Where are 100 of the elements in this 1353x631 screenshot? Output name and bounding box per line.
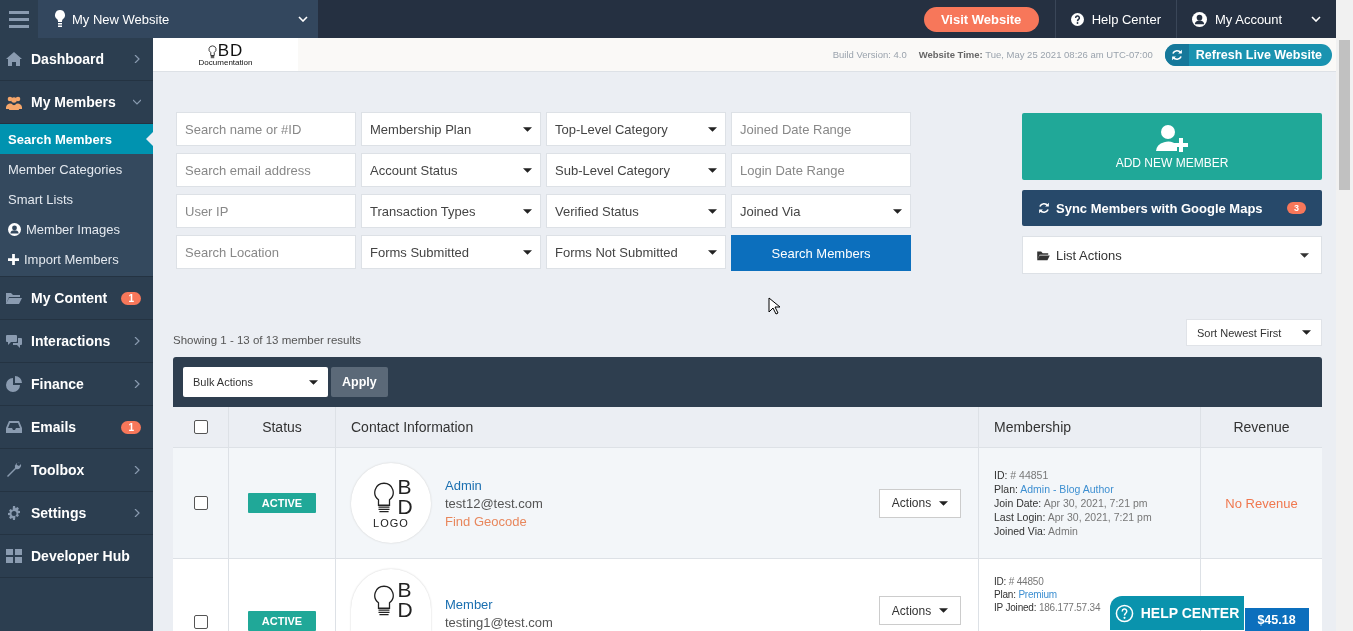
actions-dropdown-button[interactable]: Actions — [879, 488, 961, 518]
documentation-logo: BD Documentation — [153, 38, 298, 71]
submenu-item[interactable]: Import Members — [0, 244, 153, 274]
chevron-right-icon — [133, 509, 141, 517]
refresh-live-website-button[interactable]: Refresh Live Website — [1164, 43, 1332, 66]
gear-icon — [6, 505, 22, 521]
sidebar-item[interactable]: Emails 1 — [0, 406, 153, 449]
caret-icon — [708, 249, 717, 255]
chevron-right-icon — [133, 466, 141, 474]
filter-input[interactable]: Search Location — [176, 235, 356, 269]
sort-dropdown[interactable]: Sort Newest First — [1186, 319, 1322, 346]
column-header: Membership — [994, 419, 1072, 435]
membership-detail: Join Date: Apr 30, 2021, 7:21 pm — [994, 497, 1148, 509]
submenu-item[interactable]: Smart Lists — [0, 184, 153, 214]
submenu-item[interactable]: Member Categories — [0, 154, 153, 184]
sync-google-maps-button[interactable]: Sync Members with Google Maps 3 — [1022, 190, 1322, 226]
search-button[interactable]: Search Members — [731, 235, 911, 271]
filter-dropdown[interactable]: Joined Via — [731, 194, 911, 228]
filter-dropdown[interactable]: Forms Submitted — [361, 235, 541, 269]
menu-icon[interactable] — [0, 0, 38, 38]
filter-input[interactable]: Joined Date Range — [731, 112, 911, 146]
inbox-icon — [6, 419, 22, 435]
bulk-actions-dropdown[interactable]: Bulk Actions — [183, 367, 328, 397]
filter-input[interactable]: Search email address — [176, 153, 356, 187]
scrollbar[interactable] — [1336, 0, 1353, 631]
apply-button[interactable]: Apply — [331, 367, 388, 397]
filter-dropdown[interactable]: Account Status — [361, 153, 541, 187]
caret-icon — [939, 608, 949, 613]
filter-dropdown[interactable]: Forms Not Submitted — [546, 235, 726, 269]
chevron-right-icon — [133, 337, 141, 345]
refresh-icon — [1170, 48, 1183, 61]
filter-dropdown[interactable]: Verified Status — [546, 194, 726, 228]
membership-detail: ID: # 44850 — [994, 576, 1044, 587]
caret-icon — [523, 208, 532, 214]
filter-input[interactable]: User IP — [176, 194, 356, 228]
actions-dropdown-button[interactable]: Actions — [879, 596, 961, 625]
filter-input[interactable]: Login Date Range — [731, 153, 911, 187]
caret-icon — [939, 500, 949, 506]
build-version-text: Build Version: 4.0 — [832, 49, 907, 60]
caret-icon — [523, 249, 532, 255]
chevron-right-icon — [133, 380, 141, 388]
add-user-icon — [1155, 123, 1189, 152]
sidebar-item[interactable]: My Content 1 — [0, 277, 153, 320]
caret-icon — [523, 126, 532, 132]
filter-input[interactable]: Search name or #ID — [176, 112, 356, 146]
chat-icon — [6, 333, 22, 349]
checkbox[interactable] — [193, 496, 208, 510]
plus-icon — [8, 253, 19, 265]
help-center-button[interactable]: HELP CENTER — [1110, 596, 1244, 630]
membership-detail: Plan: Admin - Blog Author — [994, 483, 1114, 495]
chevron-down-icon — [1311, 16, 1321, 22]
refresh-icon — [1038, 202, 1050, 214]
status-badge: ACTIVE — [247, 611, 317, 631]
member-name-link[interactable]: Admin — [445, 477, 865, 493]
results-summary: Showing 1 - 13 of 13 member results — [173, 334, 361, 346]
chevron-right-icon — [133, 55, 141, 63]
column-header: Revenue — [1233, 419, 1290, 435]
count-badge: 3 — [1287, 202, 1306, 214]
filter-dropdown[interactable]: Membership Plan — [361, 112, 541, 146]
checkbox[interactable] — [193, 420, 208, 434]
list-actions-dropdown[interactable]: List Actions — [1022, 236, 1322, 274]
folder-icon — [6, 290, 22, 306]
grid-icon — [6, 548, 22, 564]
pie-chart-icon — [6, 376, 22, 392]
revenue-text: No Revenue — [1225, 495, 1298, 511]
caret-icon — [1300, 252, 1309, 258]
folder-icon — [1037, 249, 1050, 261]
email-text: test12@test.com — [445, 495, 544, 511]
column-header: Contact Information — [351, 419, 474, 435]
caret-icon — [1302, 330, 1311, 335]
count-badge: 1 — [121, 420, 141, 434]
caret-icon — [708, 167, 717, 173]
caret-icon — [523, 167, 532, 173]
caret-icon — [893, 208, 902, 214]
site-selector[interactable]: My New Website — [38, 0, 318, 38]
chevron-down-icon — [133, 98, 141, 106]
home-icon — [6, 51, 22, 67]
filter-dropdown[interactable]: Top-Level Category — [546, 112, 726, 146]
filter-dropdown[interactable]: Sub-Level Category — [546, 153, 726, 187]
checkbox[interactable] — [193, 615, 208, 629]
avatar: BD LOGO — [351, 463, 431, 543]
cursor-icon — [768, 297, 780, 315]
help-icon — [1070, 12, 1084, 26]
lightbulb-icon — [54, 9, 66, 29]
help-icon — [1114, 603, 1134, 623]
users-icon — [6, 94, 22, 110]
revenue-button[interactable]: $45.18 — [1244, 608, 1309, 631]
user-circle-icon — [1192, 11, 1207, 27]
caret-icon — [309, 379, 318, 385]
status-badge: ACTIVE — [247, 493, 317, 513]
member-name-link[interactable]: Member — [445, 597, 865, 612]
avatar: BD — [351, 569, 431, 631]
count-badge: 1 — [121, 291, 141, 305]
submenu-item[interactable]: Search Members — [0, 124, 153, 154]
submenu-item[interactable]: Member Images — [0, 214, 153, 244]
email-text: testing1@test.com — [445, 615, 554, 630]
caret-icon — [708, 126, 717, 132]
filter-dropdown[interactable]: Transaction Types — [361, 194, 541, 228]
caret-icon — [708, 208, 717, 214]
membership-detail: Last Login: Apr 30, 2021, 7:21 pm — [994, 511, 1152, 523]
